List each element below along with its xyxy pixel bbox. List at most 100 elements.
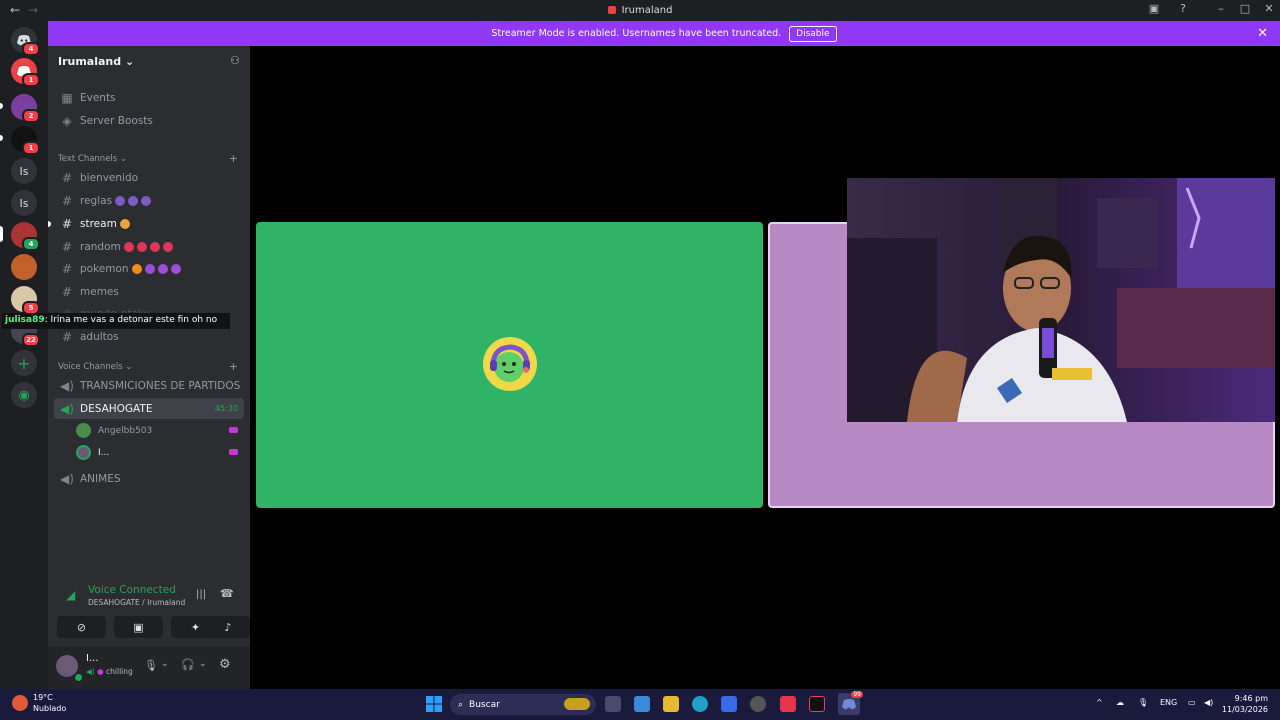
maximize-icon[interactable]: □ [1236,2,1254,15]
category-text-channels[interactable]: Text Channels ⌄ [58,154,127,164]
channel-stream[interactable]: # stream [54,213,244,234]
chat-overlay-message: julisa89: Irina me vas a detonar este fi… [2,313,230,329]
chat-username: julisa89 [5,315,45,325]
settings-gear-icon[interactable]: ⚙ [219,657,231,672]
category-voice-channels[interactable]: Voice Channels ⌄ [58,362,132,372]
voice-connected-panel: ◢ Voice Connected DESAHOGATE / Irumaland… [54,574,250,638]
disconnect-icon[interactable]: ☎ [220,587,234,600]
server-icon-orange[interactable] [11,254,37,280]
channel-reglas[interactable]: # reglas [54,190,244,211]
help-icon[interactable]: ? [1174,2,1192,15]
clock-time: 9:46 pm [1234,694,1268,703]
server-icon-is-2[interactable]: Is [11,190,37,216]
voice-channel-path[interactable]: DESAHOGATE / Irumaland [88,598,185,607]
voice-user[interactable]: I... [76,445,109,460]
server-icon-red-discord[interactable]: 1 [11,58,40,87]
chevron-down-icon: ⌄ [124,55,135,68]
discover-icon[interactable]: ◉ [11,382,37,408]
onedrive-icon[interactable]: ☁ [1116,698,1124,707]
file-explorer-icon[interactable] [663,696,679,712]
soundboard-button[interactable]: ♪ [206,616,250,638]
channel-memes[interactable]: # memes [54,281,244,302]
app-icon[interactable] [721,696,737,712]
unread-pill [0,103,3,109]
camera-button[interactable]: ⊘ [57,616,106,638]
add-voice-channel-icon[interactable]: + [229,360,238,373]
voice-channel-desahogate[interactable]: ◀) DESAHOGATE 45:30 [54,398,244,419]
voice-status[interactable]: Voice Connected [88,584,176,596]
channel-adultos[interactable]: # adultos [54,326,244,347]
discord-logo-icon [842,699,856,710]
hash-icon: # [61,239,73,254]
tray-overflow-icon[interactable]: ^ [1096,698,1103,707]
server-header[interactable]: Irumaland ⌄ ⚇ [48,46,250,78]
search-icon: ⌕ [458,699,464,710]
video-off-icon: ⊘ [76,620,87,634]
badge: 2 [22,109,40,123]
headphones-icon[interactable]: 🎧 [181,658,195,671]
network-icon[interactable]: ▭ [1188,698,1196,707]
channel-random[interactable]: # random [54,236,244,257]
badge: 99 [851,691,863,698]
weather-temp[interactable]: 19°C [33,693,53,702]
emoji-icon [141,195,152,206]
screen-share-button[interactable]: ▣ [114,616,163,638]
emoji-icon [162,241,173,252]
close-window-icon[interactable]: ✕ [1260,2,1278,15]
volume-icon[interactable]: ◀) [1204,698,1213,707]
close-banner-icon[interactable]: ✕ [1257,26,1268,41]
music-icon[interactable] [780,696,796,712]
invite-member-icon[interactable]: ⚇ [230,54,240,67]
steam-icon[interactable] [750,696,766,712]
chevron-down-icon[interactable]: ⌄ [199,659,207,669]
mic-tray-icon[interactable]: 🎙 [1138,698,1148,707]
server-icon-dark[interactable]: 1 [11,126,40,155]
emoji-icon [149,241,160,252]
server-icon-is-1[interactable]: Is [11,158,37,184]
language-indicator[interactable]: ENG [1160,698,1177,707]
add-server-icon[interactable]: + [11,350,37,376]
voice-channel-transmiciones[interactable]: ◀) TRANSMICIONES DE PARTIDOS [54,375,244,396]
windows-logo-icon [426,696,442,712]
add-text-channel-icon[interactable]: + [229,152,238,165]
speaker-icon: ◀) [86,667,95,676]
microphone-icon[interactable]: 🎙 [144,659,158,672]
voice-tile-angelbb503[interactable] [256,222,763,508]
soundboard-icon: ♪ [224,620,232,634]
badge: 4 [22,42,40,56]
nav-events[interactable]: ▦ Events [54,87,244,108]
channel-sidebar: Irumaland ⌄ ⚇ ▦ Events ◈ Server Boosts Tex… [48,46,250,689]
voice-timer: 45:30 [214,404,238,413]
direct-messages-button[interactable]: 4 [11,27,40,56]
minimize-icon[interactable]: – [1212,2,1230,15]
edge-icon[interactable] [692,696,708,712]
channel-pokemon[interactable]: # pokemon [54,258,244,279]
windows-taskbar: 19°C Nublado ⌕ Buscar 99 ^ ☁ 🎙 ENG ▭ ◀) 9… [0,689,1280,720]
clock[interactable]: 9:46 pm 11/03/2026 [1222,693,1268,715]
voice-user[interactable]: Angelbb503 [76,423,152,438]
disable-button[interactable]: Disable [789,25,837,42]
nav-server-boosts[interactable]: ◈ Server Boosts [54,110,244,131]
emoji-icon [170,263,181,274]
start-button[interactable] [426,696,442,712]
discord-taskbar-button[interactable]: 99 [838,691,863,715]
chevron-down-icon[interactable]: ⌄ [161,659,169,669]
user-name[interactable]: I... [86,653,99,664]
unread-pill [48,221,51,227]
weather-desc[interactable]: Nublado [33,704,66,713]
calendar-icon: ▦ [61,90,73,105]
task-view-icon[interactable] [605,696,621,712]
window-title: Irumaland [0,5,1280,16]
server-icon-purple[interactable]: 2 [11,94,40,123]
screen-share-icon[interactable]: ▣ [1145,2,1163,15]
unread-pill [0,135,3,141]
noise-suppression-icon[interactable]: ||| [196,589,206,600]
server-icon-beige[interactable]: 5 [11,286,40,315]
copilot-icon[interactable] [634,696,650,712]
tiktok-icon[interactable] [809,696,825,712]
boost-icon: ◈ [62,113,72,128]
server-icon-anime[interactable]: 4 [11,222,40,251]
voice-channel-animes[interactable]: ◀) ANIMES [54,468,244,489]
taskbar-search[interactable]: ⌕ Buscar [450,694,596,715]
channel-bienvenido[interactable]: # bienvenido [54,167,244,188]
